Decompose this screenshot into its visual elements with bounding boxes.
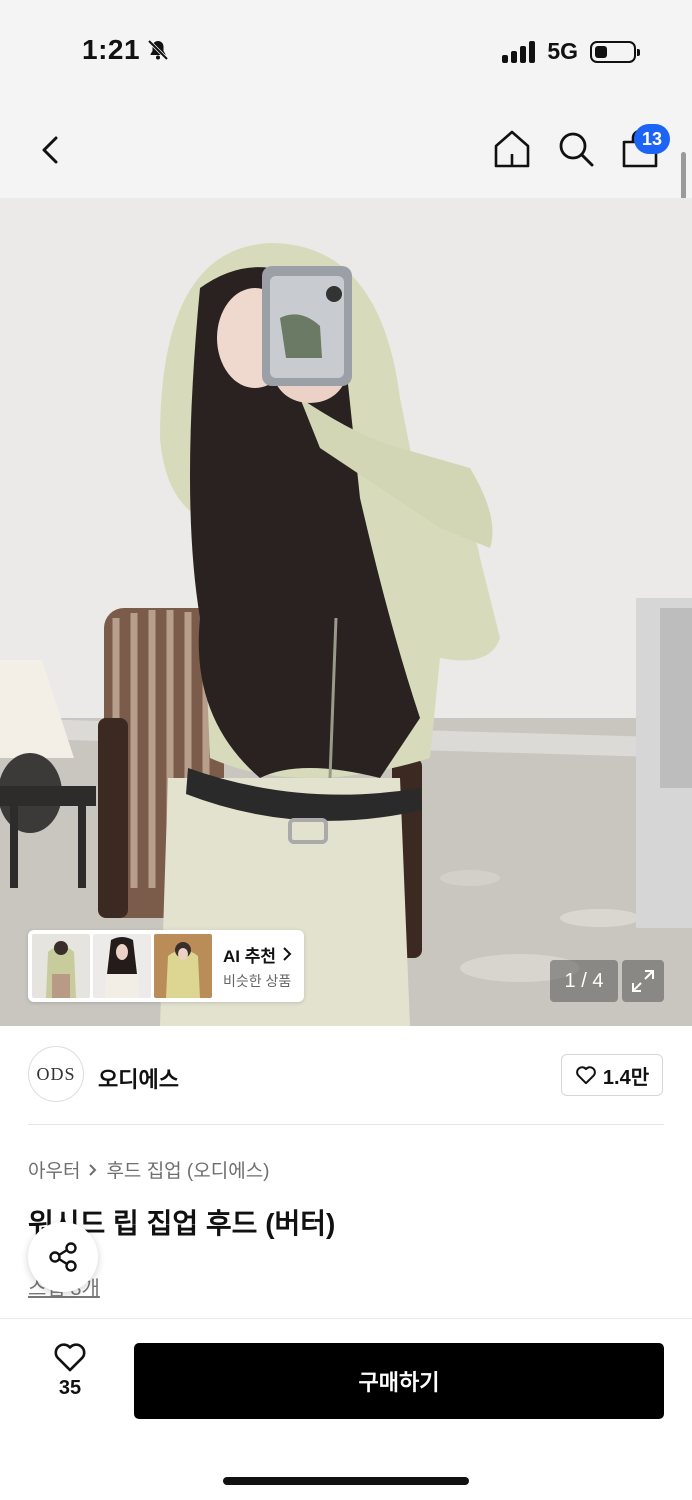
heart-icon <box>576 1066 596 1085</box>
breadcrumb-category[interactable]: 아우터 <box>28 1156 80 1183</box>
product-main-image[interactable] <box>0 198 692 1026</box>
top-nav <box>0 100 692 198</box>
wishlist-count: 35 <box>58 1377 82 1399</box>
home-icon[interactable] <box>492 128 532 170</box>
status-bar: 1:21 5G <box>0 0 692 100</box>
bell-muted-icon <box>147 39 169 61</box>
ai-recommendation-card[interactable]: AI 추천 비슷한 상품 <box>28 930 304 1002</box>
network-type: 5G <box>547 38 578 64</box>
breadcrumb: 아우터 후드 집업 (오디에스) <box>28 1156 270 1183</box>
expand-icon <box>632 970 654 992</box>
chevron-left-icon[interactable] <box>34 130 68 170</box>
time-text: 1:21 <box>82 34 141 65</box>
search-icon[interactable] <box>556 128 596 170</box>
brand-name[interactable]: 오디에스 <box>98 1062 179 1094</box>
chevron-right-icon <box>89 1163 97 1176</box>
brand-like-button[interactable]: 1.4만 <box>561 1054 663 1096</box>
brand-row[interactable]: ODS 오디에스 1.4만 <box>28 1046 664 1106</box>
buy-button[interactable]: 구매하기 <box>134 1343 664 1419</box>
chevron-right-icon <box>283 947 292 961</box>
brand-like-count: 1.4만 <box>602 1066 650 1089</box>
ai-thumb-3 <box>154 934 212 998</box>
cart-count-badge: 13 <box>634 124 670 154</box>
status-right: 5G <box>502 38 640 65</box>
heart-icon <box>54 1343 86 1372</box>
product-photo <box>0 198 692 1026</box>
ai-thumb-1 <box>32 934 90 998</box>
home-indicator[interactable] <box>223 1477 469 1485</box>
image-page-indicator: 1 / 4 <box>550 960 618 1002</box>
breadcrumb-subcategory[interactable]: 후드 집업 (오디에스) <box>106 1156 269 1183</box>
bottom-action-bar: 35 구매하기 <box>0 1318 692 1500</box>
status-time: 1:21 <box>82 34 170 66</box>
battery-icon <box>590 40 640 63</box>
share-button[interactable] <box>28 1222 98 1292</box>
share-icon <box>49 1242 77 1272</box>
brand-logo[interactable]: ODS <box>28 1046 84 1102</box>
ai-card-title: AI 추천 <box>223 946 277 966</box>
divider <box>28 1124 664 1125</box>
ai-card-subtitle: 비슷한 상품 <box>223 972 292 989</box>
wishlist-button[interactable]: 35 <box>40 1341 100 1421</box>
expand-image-button[interactable] <box>622 960 664 1002</box>
ai-thumb-2 <box>93 934 151 998</box>
signal-icon <box>502 40 536 63</box>
